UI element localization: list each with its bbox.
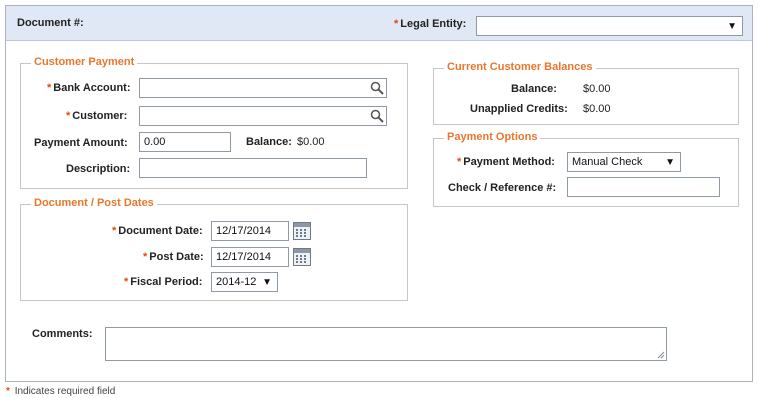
magnifier-icon[interactable] [370,109,384,123]
required-asterisk: * [394,18,399,30]
bank-account-input[interactable] [139,78,387,98]
form-header: Document #: * Legal Entity: ▼ [6,6,752,41]
dates-legend: Document / Post Dates [31,197,157,209]
required-asterisk: * [6,386,10,397]
document-date-input[interactable]: 12/17/2014 [211,221,289,241]
legal-entity-label-text: Legal Entity: [400,18,467,30]
fiscal-period-label-text: Fiscal Period: [130,276,203,288]
check-reference-label: Check / Reference #: [448,182,557,194]
required-asterisk: * [47,82,52,94]
required-asterisk: * [143,251,148,263]
magnifier-icon[interactable] [370,81,384,95]
chevron-down-icon: ▼ [727,21,737,32]
required-asterisk: * [457,156,462,168]
comments-textarea[interactable] [105,327,667,361]
document-date-label-text: Document Date: [118,225,203,237]
fiscal-period-select[interactable]: 2014-12 ▼ [211,272,278,292]
bank-account-label-text: Bank Account: [53,82,131,94]
customer-payment-legend: Customer Payment [31,56,138,68]
comments-label: Comments: [32,328,93,340]
payment-method-value: Manual Check [572,156,643,168]
payment-form-panel: Document #: * Legal Entity: ▼ Customer Pa… [5,5,753,382]
description-input[interactable] [139,158,367,178]
required-asterisk: * [124,276,129,288]
required-asterisk: * [112,225,117,237]
unapplied-credits-value: $0.00 [583,103,611,115]
calendar-icon[interactable] [293,222,311,240]
payment-options-legend: Payment Options [444,131,541,143]
legal-entity-select[interactable]: ▼ [476,16,743,36]
post-date-input[interactable]: 12/17/2014 [211,247,289,267]
customer-label: * Customer: [66,110,127,122]
calendar-icon[interactable] [293,248,311,266]
required-field-note: * Indicates required field [6,386,115,397]
payment-amount-input[interactable]: 0.00 [139,132,231,152]
current-balance-label: Balance: [511,83,557,95]
payment-balance-value: $0.00 [297,136,325,148]
required-asterisk: * [66,110,71,122]
payment-balance-label: Balance: [246,136,292,148]
description-label: Description: [66,163,131,175]
resize-grip-icon[interactable] [657,351,665,359]
document-date-label: * Document Date: [112,225,203,237]
payment-method-select[interactable]: Manual Check ▼ [567,152,681,172]
payment-method-label-text: Payment Method: [463,156,555,168]
post-date-label-text: Post Date: [149,251,204,263]
current-balances-section: Current Customer Balances [433,61,739,125]
legal-entity-label: * Legal Entity: [394,18,466,30]
document-number-label: Document #: [17,17,84,29]
payment-amount-label: Payment Amount: [34,137,128,149]
chevron-down-icon: ▼ [262,277,272,288]
current-balances-legend: Current Customer Balances [444,61,596,73]
required-field-note-text: Indicates required field [14,386,116,397]
check-reference-input[interactable] [567,177,720,197]
unapplied-credits-label: Unapplied Credits: [470,103,568,115]
chevron-down-icon: ▼ [665,157,675,168]
current-balance-value: $0.00 [583,83,611,95]
payment-method-label: * Payment Method: [457,156,555,168]
customer-input[interactable] [139,106,387,126]
fiscal-period-value: 2014-12 [216,276,257,288]
customer-label-text: Customer: [72,110,128,122]
bank-account-label: * Bank Account: [47,82,131,94]
fiscal-period-label: * Fiscal Period: [124,276,202,288]
post-date-label: * Post Date: [143,251,204,263]
